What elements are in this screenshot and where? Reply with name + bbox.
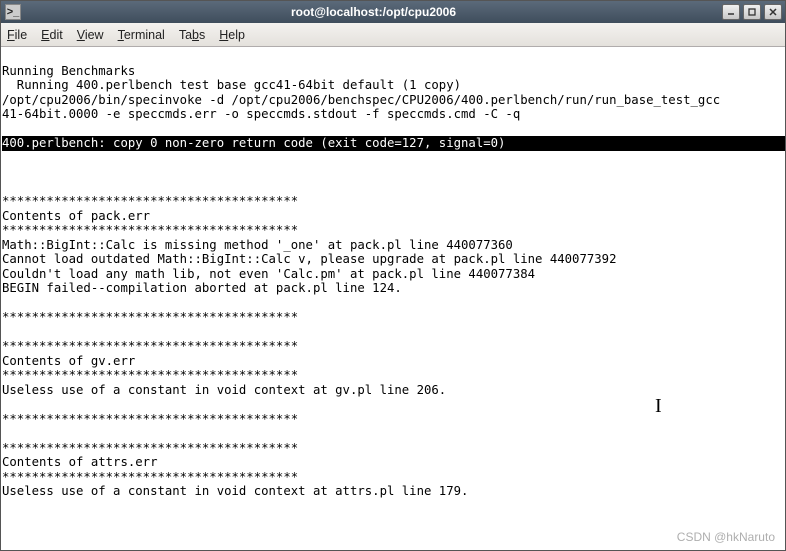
minimize-button[interactable] xyxy=(722,4,740,20)
close-button[interactable] xyxy=(764,4,782,20)
menu-view[interactable]: View xyxy=(77,28,104,42)
menu-edit[interactable]: Edit xyxy=(41,28,63,42)
watermark: CSDN @hkNaruto xyxy=(677,530,775,545)
output-line: **************************************** xyxy=(2,441,298,455)
output-line: **************************************** xyxy=(2,194,298,208)
terminal-icon: >_ xyxy=(5,4,21,20)
window-buttons xyxy=(722,4,782,20)
text-cursor-icon: I xyxy=(655,399,662,414)
output-line: BEGIN failed--compilation aborted at pac… xyxy=(2,281,402,295)
output-line: **************************************** xyxy=(2,223,298,237)
output-line: **************************************** xyxy=(2,470,298,484)
menu-help[interactable]: Help xyxy=(219,28,245,42)
output-line: **************************************** xyxy=(2,310,298,324)
output-line: Useless use of a constant in void contex… xyxy=(2,383,446,397)
output-line: Couldn't load any math lib, not even 'Ca… xyxy=(2,267,535,281)
output-line: Math::BigInt::Calc is missing method '_o… xyxy=(2,238,513,252)
terminal-window: >_ root@localhost:/opt/cpu2006 File Edit… xyxy=(0,0,786,551)
output-line: 41-64bit.0000 -e speccmds.err -o speccmd… xyxy=(2,107,520,121)
output-line: Contents of attrs.err xyxy=(2,455,157,469)
window-title: root@localhost:/opt/cpu2006 xyxy=(25,5,722,19)
output-line: **************************************** xyxy=(2,412,298,426)
error-line: 400.perlbench: copy 0 non-zero return co… xyxy=(2,136,785,151)
titlebar[interactable]: >_ root@localhost:/opt/cpu2006 xyxy=(1,1,785,23)
menu-file[interactable]: File xyxy=(7,28,27,42)
terminal-output[interactable]: Running Benchmarks Running 400.perlbench… xyxy=(1,47,785,550)
output-line: Running Benchmarks xyxy=(2,64,135,78)
output-line: Contents of pack.err xyxy=(2,209,150,223)
output-line: Contents of gv.err xyxy=(2,354,135,368)
maximize-button[interactable] xyxy=(743,4,761,20)
menu-tabs[interactable]: Tabs xyxy=(179,28,205,42)
output-line: **************************************** xyxy=(2,368,298,382)
output-line: **************************************** xyxy=(2,339,298,353)
output-line: Cannot load outdated Math::BigInt::Calc … xyxy=(2,252,616,266)
menubar: File Edit View Terminal Tabs Help xyxy=(1,23,785,47)
output-line: Useless use of a constant in void contex… xyxy=(2,484,468,498)
output-line: /opt/cpu2006/bin/specinvoke -d /opt/cpu2… xyxy=(2,93,720,107)
output-line: Running 400.perlbench test base gcc41-64… xyxy=(2,78,461,92)
menu-terminal[interactable]: Terminal xyxy=(118,28,165,42)
